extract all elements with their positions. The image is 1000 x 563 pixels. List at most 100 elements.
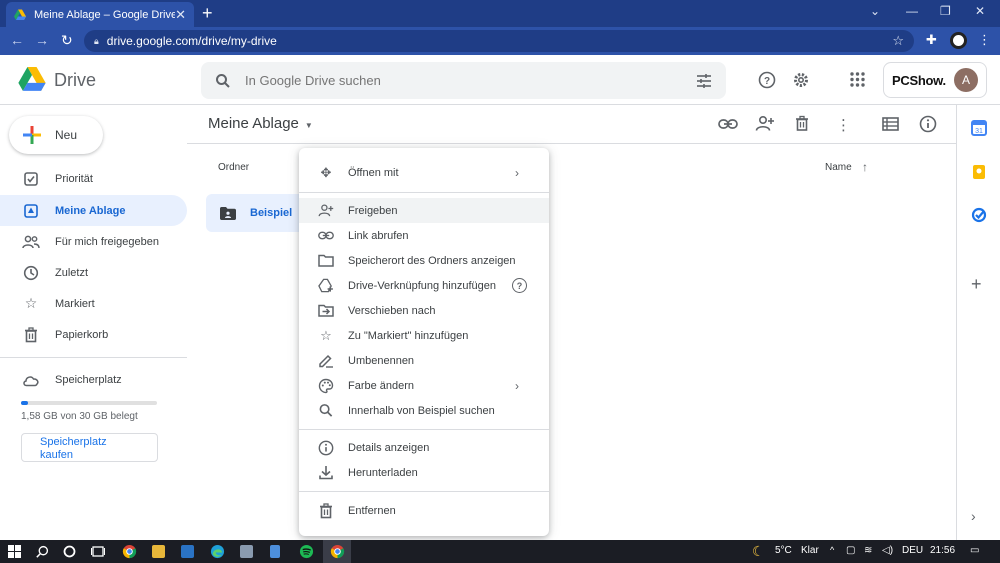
menu-item-details[interactable]: Details anzeigen <box>299 435 549 460</box>
notifications-icon[interactable]: ▭ <box>970 545 979 556</box>
browser-profile-icon[interactable] <box>950 32 967 49</box>
more-actions-icon[interactable]: ⋮ <box>836 116 851 134</box>
taskbar-search-icon[interactable] <box>36 545 49 558</box>
minimize-icon[interactable]: — <box>906 4 918 18</box>
browser-menu-icon[interactable]: ⋮ <box>978 32 991 48</box>
browser-tab[interactable]: Meine Ablage – Google Drive ✕ <box>6 2 194 27</box>
photos-icon[interactable] <box>240 545 253 558</box>
extensions-puzzle-icon[interactable]: ✚ <box>926 32 937 48</box>
chrome-active-icon[interactable] <box>330 544 345 559</box>
cortana-icon[interactable] <box>63 545 76 558</box>
download-icon <box>319 466 333 480</box>
sidebar-item-meine-ablage[interactable]: Meine Ablage <box>0 195 187 226</box>
tray-app-icon[interactable]: ▢ <box>846 545 855 556</box>
bookmark-star-icon[interactable]: ☆ <box>892 33 904 49</box>
drive-header: Drive ? PCShow. A <box>0 55 1000 105</box>
menu-item-download[interactable]: Herunterladen <box>299 460 549 485</box>
tasks-icon[interactable] <box>971 207 987 223</box>
weather-condition[interactable]: Klar <box>801 545 819 556</box>
list-view-icon[interactable] <box>882 117 899 131</box>
volume-icon[interactable]: ◁) <box>882 545 893 556</box>
avatar[interactable]: A <box>954 68 978 92</box>
search-options-tune-icon[interactable] <box>696 73 712 88</box>
sidebar-item-papierkorb[interactable]: Papierkorb <box>0 319 187 350</box>
add-addon-icon[interactable]: + <box>971 275 987 293</box>
star-outline-icon: ☆ <box>320 327 332 343</box>
plus-icon <box>23 126 41 144</box>
menu-item-rename[interactable]: Umbenennen <box>299 348 549 373</box>
details-info-icon[interactable] <box>919 115 937 133</box>
side-panel: 31 + › <box>956 105 1000 540</box>
weather-temperature[interactable]: 5°C <box>775 545 792 556</box>
sort-direction-arrow-icon[interactable]: ↑ <box>862 160 868 174</box>
search-input[interactable] <box>245 73 696 88</box>
menu-item-remove[interactable]: Entfernen <box>299 498 549 523</box>
menu-item-share[interactable]: Freigeben <box>299 198 549 223</box>
sidebar-item-storage[interactable]: Speicherplatz <box>0 364 187 395</box>
url-text: drive.google.com/drive/my-drive <box>106 34 277 48</box>
network-icon[interactable]: ≋ <box>864 545 872 556</box>
phone-link-icon[interactable] <box>270 545 280 558</box>
app-name[interactable]: Drive <box>54 70 96 91</box>
help-icon[interactable]: ? <box>512 278 527 293</box>
sidebar-item-markiert[interactable]: ☆ Markiert <box>0 288 187 319</box>
title-dropdown-icon[interactable]: ▼ <box>305 121 313 130</box>
restore-icon[interactable]: ❐ <box>940 4 951 18</box>
tab-search-chevron-icon[interactable]: ⌄ <box>870 4 880 18</box>
address-bar-row: ← → ↻ 🔒︎ drive.google.com/drive/my-drive… <box>0 27 1000 55</box>
help-icon[interactable]: ? <box>758 71 776 89</box>
task-view-icon[interactable] <box>91 545 105 558</box>
tab-close-icon[interactable]: ✕ <box>175 7 186 23</box>
clock-time[interactable]: 21:56 <box>930 545 955 556</box>
language-indicator[interactable]: DEU <box>902 545 923 556</box>
menu-item-add-shortcut[interactable]: Drive-Verknüpfung hinzufügen ? <box>299 273 549 298</box>
settings-gear-icon[interactable] <box>792 71 810 89</box>
delete-trash-icon[interactable] <box>794 115 810 132</box>
edge-icon[interactable] <box>210 544 225 559</box>
page-title[interactable]: Meine Ablage ▼ <box>208 115 313 132</box>
expand-panel-icon[interactable]: › <box>971 508 987 524</box>
tray-chevron-icon[interactable]: ^ <box>830 545 834 555</box>
browser-tab-strip: Meine Ablage – Google Drive ✕ + ⌄ — ❐ ✕ <box>0 0 1000 27</box>
keep-icon[interactable] <box>971 164 987 180</box>
window-close-icon[interactable]: ✕ <box>975 4 985 18</box>
storage-usage-fill <box>21 401 29 405</box>
share-person-add-icon[interactable] <box>755 115 775 132</box>
drive-logo-icon[interactable] <box>18 67 46 92</box>
account-switcher[interactable]: PCShow. A <box>883 62 987 98</box>
new-button[interactable]: Neu <box>9 116 103 154</box>
omnibox[interactable]: 🔒︎ drive.google.com/drive/my-drive ☆ <box>84 30 914 52</box>
sidebar-item-prioritaet[interactable]: Priorität <box>0 163 187 194</box>
menu-item-change-color[interactable]: Farbe ändern › <box>299 373 549 398</box>
buy-storage-button[interactable]: Speicherplatz kaufen <box>21 433 158 462</box>
menu-item-open-with[interactable]: ✥ Öffnen mit › <box>299 160 549 185</box>
menu-item-search-within[interactable]: Innerhalb von Beispiel suchen <box>299 398 549 423</box>
back-icon[interactable]: ← <box>10 32 24 48</box>
mail-icon[interactable] <box>181 545 194 558</box>
folder-item[interactable]: Beispiel <box>206 194 306 232</box>
menu-item-show-location[interactable]: Speicherort des Ordners anzeigen <box>299 248 549 273</box>
trash-icon <box>320 502 332 518</box>
brand-logo: PCShow. <box>892 72 946 88</box>
file-explorer-icon[interactable] <box>152 545 165 558</box>
get-link-icon[interactable] <box>718 118 738 130</box>
apps-grid-icon[interactable] <box>850 72 865 87</box>
search-icon[interactable] <box>215 73 231 89</box>
new-tab-icon[interactable]: + <box>202 4 213 22</box>
sidebar-item-zuletzt[interactable]: Zuletzt <box>0 257 187 288</box>
chrome-icon[interactable] <box>122 544 137 559</box>
menu-item-move-to[interactable]: Verschieben nach <box>299 298 549 323</box>
weather-moon-icon[interactable]: ☾ <box>752 543 765 560</box>
spotify-icon[interactable] <box>299 544 314 559</box>
reload-icon[interactable]: ↻ <box>61 32 73 49</box>
info-icon <box>318 440 334 455</box>
menu-item-label: Umbenennen <box>348 354 415 367</box>
calendar-icon[interactable]: 31 <box>971 120 987 136</box>
windows-start-icon[interactable] <box>8 545 21 558</box>
menu-item-add-star[interactable]: ☆ Zu "Markiert" hinzufügen <box>299 323 549 348</box>
forward-icon[interactable]: → <box>35 32 49 48</box>
sort-by-name-button[interactable]: Name <box>825 162 852 173</box>
cloud-icon <box>23 375 39 386</box>
sidebar-item-shared[interactable]: Für mich freigegeben <box>0 226 187 257</box>
menu-item-get-link[interactable]: Link abrufen <box>299 223 549 248</box>
